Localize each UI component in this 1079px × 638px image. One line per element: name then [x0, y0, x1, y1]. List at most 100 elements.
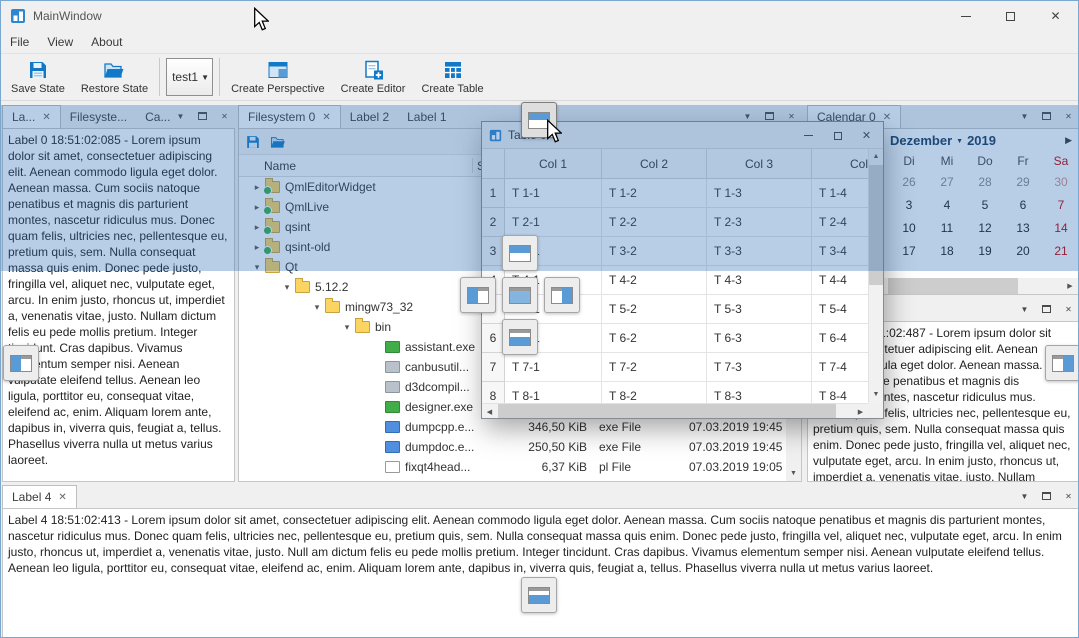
- table-cell[interactable]: T 7-3: [707, 353, 812, 382]
- drop-indicator-right-edge[interactable]: [1045, 345, 1079, 381]
- dock-close-button[interactable]: ✕: [1061, 108, 1076, 124]
- drop-indicator-center[interactable]: [502, 277, 538, 313]
- folder-open-icon[interactable]: [270, 134, 286, 150]
- expander-expanded-icon[interactable]: ▾: [341, 322, 353, 333]
- expander-collapsed-icon[interactable]: ▸: [251, 242, 263, 253]
- minimize-button[interactable]: [943, 1, 988, 31]
- calendar-year-button[interactable]: 2019: [967, 133, 996, 148]
- tab-label-2[interactable]: Label 2: [341, 106, 398, 128]
- tab-close-icon[interactable]: ✕: [58, 492, 66, 503]
- calendar-day[interactable]: 13: [1004, 217, 1042, 240]
- dock-menu-button[interactable]: ▼: [1017, 108, 1032, 124]
- table-cell[interactable]: T 6-2: [602, 324, 707, 353]
- calendar-day[interactable]: 26: [890, 171, 928, 194]
- scroll-left-icon[interactable]: ◀: [482, 404, 497, 419]
- table-cell[interactable]: T 2-1: [505, 208, 602, 237]
- calendar-day[interactable]: 17: [890, 240, 928, 263]
- calendar-day[interactable]: 10: [890, 217, 928, 240]
- drop-indicator-split-bottom[interactable]: [502, 319, 538, 355]
- calendar-day[interactable]: 3: [890, 194, 928, 217]
- expander-expanded-icon[interactable]: ▾: [251, 262, 263, 273]
- tab-label-1[interactable]: Label 1: [398, 106, 455, 128]
- create-perspective-button[interactable]: Create Perspective: [223, 54, 333, 100]
- tree-row[interactable]: fixqt4head...6,37 KiBpl File07.03.2019 1…: [239, 457, 786, 477]
- table-cell[interactable]: T 3-2: [602, 237, 707, 266]
- drop-indicator-top-edge[interactable]: [521, 102, 557, 138]
- table-column-header[interactable]: Col 3: [707, 149, 812, 179]
- perspective-combobox[interactable]: test1 ▼: [166, 58, 213, 96]
- drop-indicator-split-left[interactable]: [460, 277, 496, 313]
- expander-collapsed-icon[interactable]: ▸: [251, 222, 263, 233]
- menu-file[interactable]: File: [1, 31, 38, 53]
- drop-indicator-split-right[interactable]: [544, 277, 580, 313]
- save-icon[interactable]: [245, 134, 261, 150]
- dock-menu-button[interactable]: ▼: [173, 108, 188, 124]
- scroll-down-icon[interactable]: ▼: [869, 387, 883, 402]
- table-cell[interactable]: T 2-3: [707, 208, 812, 237]
- table-cell[interactable]: T 7-2: [602, 353, 707, 382]
- create-table-button[interactable]: Create Table: [413, 54, 491, 100]
- table-cell[interactable]: T 5-2: [602, 295, 707, 324]
- dock-float-button[interactable]: [1039, 301, 1054, 317]
- save-state-button[interactable]: Save State: [3, 54, 73, 100]
- calendar-day[interactable]: 14: [1042, 217, 1079, 240]
- drop-indicator-split-top[interactable]: [502, 235, 538, 271]
- tab-close-icon[interactable]: ✕: [42, 112, 50, 123]
- calendar-day[interactable]: 28: [966, 171, 1004, 194]
- calendar-day[interactable]: 7: [1042, 194, 1079, 217]
- calendar-day[interactable]: 12: [966, 217, 1004, 240]
- table-cell[interactable]: T 2-2: [602, 208, 707, 237]
- calendar-day[interactable]: 27: [928, 171, 966, 194]
- floating-table-window[interactable]: Table 0 ✕ Col 1Col 2Col 3Col 4 1T 1-1T 1…: [481, 121, 884, 419]
- scrollbar-thumb[interactable]: [498, 404, 836, 418]
- tab-close-icon[interactable]: ✕: [322, 112, 330, 123]
- table-column-header[interactable]: Col 1: [505, 149, 602, 179]
- tab-label-4[interactable]: Label 4 ✕: [2, 485, 77, 508]
- dock-float-button[interactable]: [1039, 488, 1054, 504]
- scroll-right-icon[interactable]: ▶: [1062, 278, 1078, 294]
- calendar-day[interactable]: 18: [928, 240, 966, 263]
- table-cell[interactable]: T 6-3: [707, 324, 812, 353]
- dock-menu-button[interactable]: ▼: [1017, 488, 1032, 504]
- tree-row[interactable]: dumpcpp.e...346,50 KiBexe File07.03.2019…: [239, 417, 786, 437]
- restore-state-button[interactable]: Restore State: [73, 54, 156, 100]
- scroll-up-icon[interactable]: ▲: [869, 149, 883, 164]
- calendar-day[interactable]: 29: [1004, 171, 1042, 194]
- table-horizontal-scrollbar[interactable]: ◀ ▶: [482, 403, 868, 418]
- tab-label-0[interactable]: La... ✕: [2, 105, 61, 128]
- table-cell[interactable]: T 3-3: [707, 237, 812, 266]
- expander-collapsed-icon[interactable]: ▸: [251, 182, 263, 193]
- table-cell[interactable]: T 1-1: [505, 179, 602, 208]
- table-corner-button[interactable]: [482, 149, 505, 179]
- column-header-name[interactable]: Name: [264, 159, 296, 173]
- table-row-header[interactable]: 2: [482, 208, 505, 237]
- expander-expanded-icon[interactable]: ▾: [281, 282, 293, 293]
- maximize-button[interactable]: [823, 125, 852, 146]
- expander-collapsed-icon[interactable]: ▸: [251, 202, 263, 213]
- table-column-header[interactable]: Col 2: [602, 149, 707, 179]
- maximize-button[interactable]: [988, 1, 1033, 31]
- calendar-month-button[interactable]: Dezember: [890, 133, 952, 148]
- dock-float-button[interactable]: [195, 108, 210, 124]
- calendar-day[interactable]: 4: [928, 194, 966, 217]
- table-row-header[interactable]: 7: [482, 353, 505, 382]
- scrollbar-thumb[interactable]: [869, 165, 883, 285]
- column-divider[interactable]: [472, 158, 473, 173]
- scrollbar-thumb[interactable]: [888, 278, 1018, 294]
- calendar-day[interactable]: 20: [1004, 240, 1042, 263]
- drop-indicator-left-edge[interactable]: [3, 345, 39, 381]
- scroll-right-icon[interactable]: ▶: [853, 404, 868, 419]
- dock-float-button[interactable]: [1039, 108, 1054, 124]
- menu-about[interactable]: About: [82, 31, 131, 53]
- calendar-day[interactable]: 21: [1042, 240, 1079, 263]
- calendar-day[interactable]: 5: [966, 194, 1004, 217]
- table-cell[interactable]: T 4-2: [602, 266, 707, 295]
- calendar-next-icon[interactable]: ▶: [1065, 135, 1072, 146]
- calendar-day[interactable]: 6: [1004, 194, 1042, 217]
- table-vertical-scrollbar[interactable]: ▲ ▼: [868, 149, 883, 402]
- dock-close-button[interactable]: ✕: [217, 108, 232, 124]
- dock-menu-button[interactable]: ▼: [1017, 301, 1032, 317]
- tab-filesystem-0[interactable]: Filesystem 0 ✕: [238, 105, 341, 128]
- table-cell[interactable]: T 4-3: [707, 266, 812, 295]
- close-button[interactable]: ✕: [852, 125, 881, 146]
